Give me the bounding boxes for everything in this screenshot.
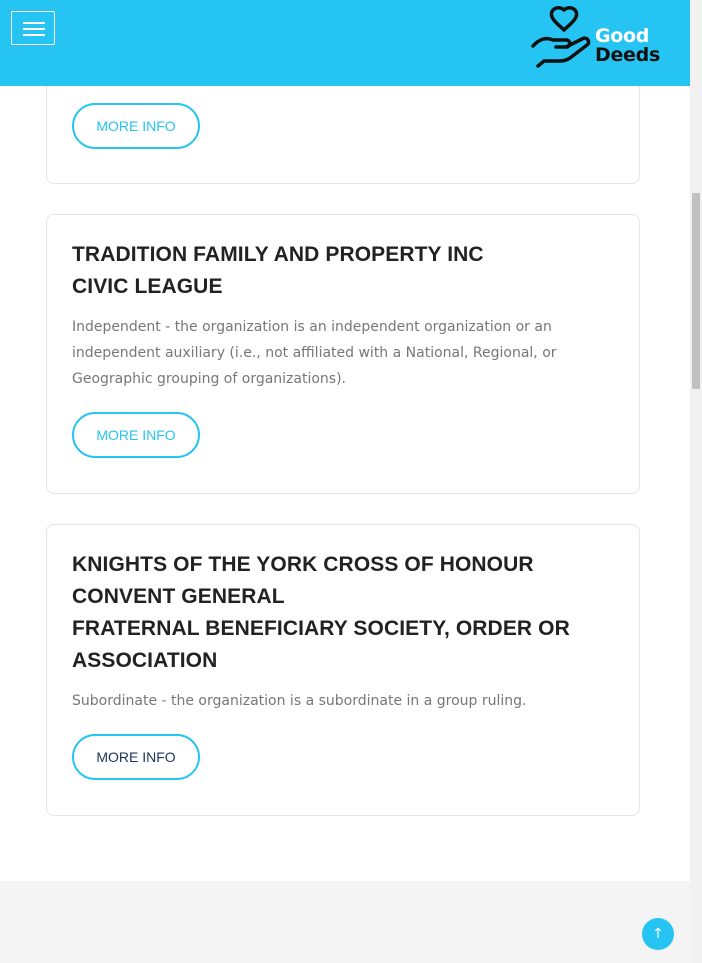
brand-name: Good Deeds	[595, 27, 660, 65]
title-line: KNIGHTS OF THE YORK CROSS OF HONOUR	[72, 553, 534, 576]
footer	[0, 881, 690, 963]
heart-hand-icon	[531, 6, 591, 68]
brand-line-deeds: Deeds	[595, 44, 660, 66]
organization-card: KNIGHTS OF THE YORK CROSS OF HONOUR CONV…	[46, 524, 640, 816]
organization-description: Independent - the organization is an ind…	[72, 319, 557, 387]
more-info-button[interactable]: MORE INFO	[72, 103, 200, 149]
organization-card: TRADITION FAMILY AND PROPERTY INC CIVIC …	[46, 214, 640, 494]
page-scrollbar[interactable]	[690, 0, 702, 963]
hamburger-bar	[23, 22, 45, 24]
more-info-button[interactable]: MORE INFO	[72, 412, 200, 458]
organization-description: Subordinate - the organization is a subo…	[72, 693, 527, 709]
hamburger-bar	[23, 28, 45, 30]
menu-toggle-button[interactable]	[11, 11, 55, 45]
back-to-top-button[interactable]: ↑	[642, 918, 674, 950]
organization-title: KNIGHTS OF THE YORK CROSS OF HONOUR CONV…	[72, 549, 570, 677]
scrollbar-thumb[interactable]	[692, 193, 700, 389]
title-line: TRADITION FAMILY AND PROPERTY INC	[72, 243, 484, 266]
organization-title: TRADITION FAMILY AND PROPERTY INC CIVIC …	[72, 239, 484, 303]
good-deeds-logo[interactable]: Good Deeds	[530, 6, 670, 70]
title-line: CONVENT GENERAL	[72, 585, 285, 608]
arrow-up-icon: ↑	[652, 926, 664, 942]
hamburger-bar	[23, 34, 45, 36]
title-line: CIVIC LEAGUE	[72, 275, 223, 298]
title-line: ASSOCIATION	[72, 649, 218, 672]
more-info-button[interactable]: MORE INFO	[72, 734, 200, 780]
site-header: Good Deeds	[0, 0, 690, 86]
title-line: FRATERNAL BENEFICIARY SOCIETY, ORDER OR	[72, 617, 570, 640]
page: Good Deeds MORE INFO TRADITION FAMILY AN…	[0, 0, 690, 963]
